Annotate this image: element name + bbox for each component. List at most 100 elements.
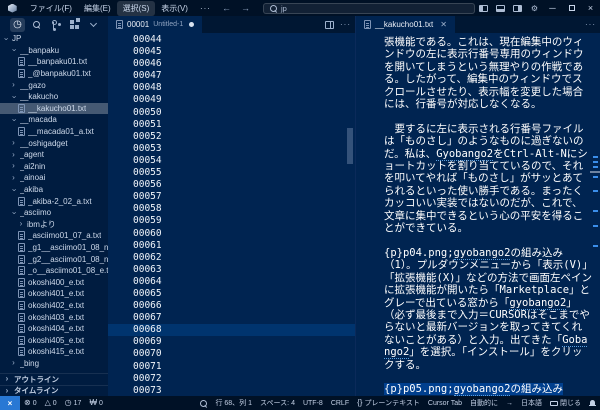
tree-folder[interactable]: › __macada [0, 114, 108, 126]
tree-folder[interactable]: › __banpaku [0, 45, 108, 57]
scroll-position-indicator[interactable] [590, 171, 600, 173]
outline-section-header[interactable]: › アウトライン [0, 373, 108, 385]
tree-folder[interactable]: › __kakucho [0, 91, 108, 103]
editor-line[interactable]: 00064 [108, 276, 355, 288]
autosave-status[interactable]: 自動的に [466, 398, 502, 408]
toggle-secondary-sidebar-button[interactable] [509, 0, 526, 16]
editor-line[interactable]: 00061 [108, 240, 355, 252]
problems-warnings[interactable]: △ 0 [41, 399, 61, 407]
language-mode-status[interactable]: {} プレーンテキスト [353, 398, 424, 408]
source-control-icon[interactable] [48, 18, 63, 32]
encoding-status[interactable]: UTF-8 [299, 400, 327, 407]
editor-line[interactable]: 00056 [108, 179, 355, 191]
editor-line[interactable]: 00045 [108, 46, 355, 58]
editor-line[interactable]: 00059 [108, 215, 355, 227]
tree-file[interactable]: _@banpaku01.txt [0, 68, 108, 80]
tree-file[interactable]: okoshi400_e.txt [0, 276, 108, 288]
counter-status[interactable]: ₩0 [85, 399, 106, 407]
search-view-icon[interactable] [29, 18, 44, 32]
editor-line[interactable]: 00054 [108, 155, 355, 167]
editor-line[interactable]: 00047 [108, 70, 355, 82]
nav-back-button[interactable]: ← [217, 2, 236, 14]
toggle-sidebar-button[interactable] [475, 0, 492, 16]
tree-folder[interactable]: › _agent [0, 149, 108, 161]
tree-folder[interactable]: › _ainoai [0, 172, 108, 184]
tab-close-icon[interactable]: ✕ [440, 20, 447, 29]
tree-file[interactable]: _asciimo01_07_a.txt [0, 230, 108, 242]
tree-folder[interactable]: › ibmより [0, 219, 108, 231]
tree-file[interactable]: okoshi403_e.txt [0, 311, 108, 323]
editor-line[interactable]: 00048 [108, 82, 355, 94]
arrow-status-icon[interactable]: → [502, 400, 517, 407]
editor-line[interactable]: 00072 [108, 373, 355, 385]
editor-line[interactable]: 00052 [108, 131, 355, 143]
editor-more-actions-icon[interactable]: ··· [340, 20, 351, 29]
tree-file[interactable]: _akiba-2_02_a.txt [0, 195, 108, 207]
more-views-chevron-icon[interactable] [86, 18, 101, 32]
indent-status[interactable]: スペース: 4 [256, 398, 299, 408]
tree-file[interactable]: __kakucho01.txt [0, 102, 108, 115]
problems-errors[interactable]: ⊗ 0 [20, 399, 41, 407]
editor-line[interactable]: 00046 [108, 58, 355, 70]
editor-line[interactable]: 00058 [108, 203, 355, 215]
tree-file[interactable]: okoshi405_e.txt [0, 334, 108, 346]
editor-line[interactable]: 00066 [108, 300, 355, 312]
editor-line[interactable]: 00071 [108, 361, 355, 373]
tree-folder[interactable]: › _asciimo [0, 207, 108, 219]
editor-line[interactable]: 00044 [108, 34, 355, 46]
menu-item[interactable]: ファイル(F) [24, 1, 78, 16]
timer-status[interactable]: ◷ 17 [61, 399, 86, 407]
editor-line[interactable]: 00063 [108, 264, 355, 276]
toggle-panel-button[interactable] [492, 0, 509, 16]
editor-line[interactable]: 00055 [108, 167, 355, 179]
tree-folder[interactable]: › _ai2nin [0, 161, 108, 173]
tree-file[interactable]: __macada01_a.txt [0, 126, 108, 138]
editor-line[interactable]: 00051 [108, 119, 355, 131]
tree-file[interactable]: _g2__asciimo01_08_n.txt [0, 253, 108, 265]
cursor-position[interactable]: 行 68、列 1 [211, 398, 256, 408]
settings-gear-icon[interactable]: ⚙ [526, 0, 543, 16]
tree-folder[interactable]: › __gazo [0, 79, 108, 91]
editor-line[interactable]: 00068 [108, 324, 355, 337]
editor-line[interactable]: 00073 [108, 385, 355, 396]
command-center-search[interactable]: jp [262, 2, 475, 14]
line-number-editor[interactable]: 00044 00045 00046 00047 00048 00049 00050 00051… [108, 33, 355, 396]
restore-button[interactable] [562, 0, 581, 16]
editor-line[interactable]: 00060 [108, 228, 355, 240]
cursor-tab-status[interactable]: Cursor Tab [424, 400, 466, 407]
eol-status[interactable]: CRLF [327, 400, 353, 407]
tree-file[interactable]: okoshi404_e.txt [0, 323, 108, 335]
editor-line[interactable]: 00062 [108, 252, 355, 264]
editor-line[interactable]: 00050 [108, 107, 355, 119]
tree-file[interactable]: _o__asciimo01_08_e.txt [0, 265, 108, 277]
minimize-button[interactable]: ─ [543, 0, 562, 16]
editor-line[interactable]: 00065 [108, 288, 355, 300]
menu-item[interactable]: 表示(V) [155, 1, 194, 16]
menu-item[interactable]: 選択(S) [116, 0, 156, 16]
remote-indicator[interactable]: × [0, 396, 20, 410]
tree-file[interactable]: okoshi415_e.txt [0, 346, 108, 358]
close-button[interactable]: × [581, 0, 600, 16]
tab-kakucho01[interactable]: __kakucho01.txt ✕ [356, 16, 455, 33]
tree-file[interactable]: okoshi401_e.txt [0, 288, 108, 300]
history-icon[interactable]: ◷ [10, 17, 25, 32]
scrollbar-thumb[interactable] [347, 128, 353, 164]
extensions-icon[interactable] [67, 18, 82, 32]
tree-file[interactable]: _g1__asciimo01_08_n.txt [0, 242, 108, 254]
tree-file[interactable]: okoshi402_e.txt [0, 300, 108, 312]
notifications-bell[interactable] [585, 399, 600, 407]
text-editor[interactable]: 張機能である。これは、現在編集中のウィンドウの左に表示行番号専用のウィンドウを開… [355, 33, 600, 396]
timeline-section-header[interactable]: › タイムライン [0, 384, 108, 397]
editor-line[interactable]: 00069 [108, 336, 355, 348]
input-language-status[interactable]: 日本語 [517, 398, 546, 408]
editor-line[interactable]: 00057 [108, 191, 355, 203]
search-status-icon[interactable] [196, 399, 211, 407]
editor-more-actions-icon[interactable]: ··· [585, 20, 596, 29]
ime-close-status[interactable]: 閉じる [546, 398, 585, 408]
editor-line[interactable]: 00049 [108, 94, 355, 106]
tab-untitled-1[interactable]: 00001 Untitled-1 [108, 16, 203, 33]
editor-line[interactable]: 00067 [108, 312, 355, 324]
tree-folder[interactable]: › JP [0, 33, 108, 45]
editor-line[interactable]: 00053 [108, 143, 355, 155]
menu-item[interactable]: 編集(E) [78, 1, 117, 16]
